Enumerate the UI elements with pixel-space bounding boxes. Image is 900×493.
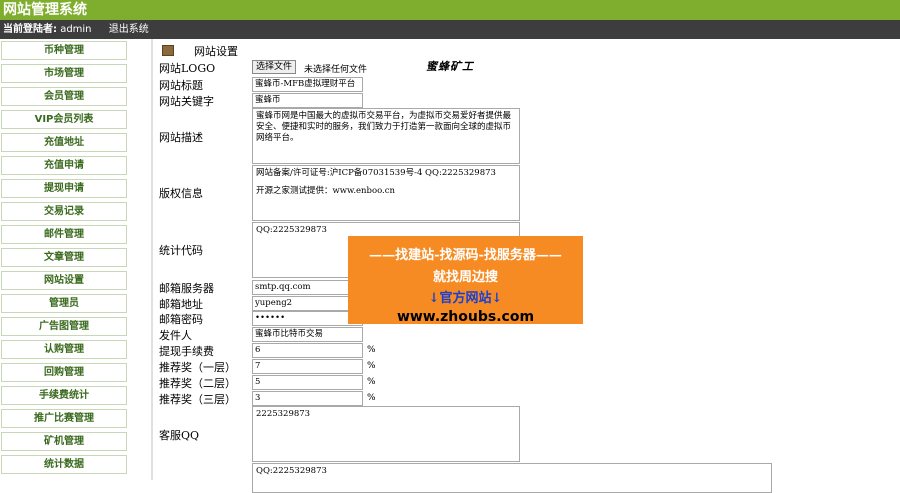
copyright-line-2: 开源之家测试提供：www.enboo.cn [256, 186, 395, 196]
sidebar-item-vip-members[interactable]: VIP会员列表 [1, 110, 127, 129]
ref3-input[interactable]: 3 [252, 391, 363, 406]
ref1-label: 推荐奖（一层） [159, 361, 236, 374]
current-user-label: 当前登陆者: [3, 24, 57, 35]
password-label: 邮箱密码 [159, 313, 203, 326]
sidebar-item-mail[interactable]: 邮件管理 [1, 225, 127, 244]
ref2-percent: % [367, 377, 376, 387]
book-icon [162, 45, 174, 56]
smtp-input[interactable]: smtp.qq.com [252, 280, 363, 295]
logout-link[interactable]: 退出系统 [109, 24, 149, 35]
stats-code-label: 统计代码 [159, 244, 203, 257]
app-title: 网站管理系统 [0, 0, 900, 20]
footer-code-textarea[interactable]: QQ:2225329873 [252, 463, 772, 493]
choose-file-button[interactable]: 选择文件 [252, 60, 297, 74]
ref3-label: 推荐奖（三层） [159, 393, 236, 406]
keywords-input[interactable]: 蜜蜂币 [252, 93, 363, 108]
keywords-label: 网站关键字 [159, 95, 214, 108]
ad-line-2: 就找周边搜 [432, 270, 498, 285]
sender-input[interactable]: 蜜蜂币比特币交易 [252, 327, 363, 342]
user-bar: 当前登陆者: admin 退出系统 [0, 20, 900, 39]
service-qq-label: 客服QQ [159, 429, 200, 442]
sidebar-item-trade-records[interactable]: 交易记录 [1, 202, 127, 221]
ad-banner[interactable]: ——找建站-找源码-找服务器—— 就找周边搜 ↓官方网站↓ www.zhoubs… [348, 236, 583, 325]
sidebar-item-subscription[interactable]: 认购管理 [1, 340, 127, 359]
sidebar-item-site-settings[interactable]: 网站设置 [1, 271, 127, 290]
sidebar-item-promo-contest[interactable]: 推广比赛管理 [1, 409, 127, 428]
service-qq-textarea[interactable]: 2225329873 [252, 406, 520, 462]
sidebar-item-articles[interactable]: 文章管理 [1, 248, 127, 267]
copyright-label: 版权信息 [159, 187, 203, 200]
divider [151, 39, 153, 480]
sidebar: 币种管理 市场管理 会员管理 VIP会员列表 充值地址 充值申请 提现申请 交易… [0, 41, 130, 480]
file-status: 未选择任何文件 [304, 65, 368, 75]
site-title-input[interactable]: 蜜蜂币-MFB虚拟理财平台 [252, 77, 363, 92]
sidebar-item-withdraw-requests[interactable]: 提现申请 [1, 179, 127, 198]
ad-line-1: ——找建站-找源码-找服务器—— [369, 248, 562, 263]
description-textarea[interactable]: 蜜蜂币网是中国最大的虚拟币交易平台，为虚拟币交易爱好者提供最安全、便捷和实时的服… [252, 108, 520, 164]
email-label: 邮箱地址 [159, 298, 203, 311]
fee-label: 提现手续费 [159, 345, 214, 358]
sidebar-item-deposit-address[interactable]: 充值地址 [1, 133, 127, 152]
logo-label: 网站LOGO [159, 62, 216, 75]
copyright-textarea[interactable]: 网站备案/许可证号:沪ICP备07031539号-4 QQ:2225329873… [252, 165, 520, 221]
fee-input[interactable]: 6 [252, 343, 363, 358]
ref2-label: 推荐奖（二层） [159, 377, 236, 390]
breadcrumb-title: 网站设置 [194, 45, 238, 58]
ref1-percent: % [367, 361, 376, 371]
site-logo: 蜜蜂矿工 [426, 60, 474, 73]
breadcrumb: 网站设置 [162, 43, 238, 59]
description-label: 网站描述 [159, 131, 203, 144]
sender-label: 发件人 [159, 329, 192, 342]
sidebar-item-market[interactable]: 市场管理 [1, 64, 127, 83]
sidebar-item-deposit-requests[interactable]: 充值申请 [1, 156, 127, 175]
sidebar-item-statistics[interactable]: 统计数据 [1, 455, 127, 474]
current-user: admin [60, 24, 92, 35]
ad-line-3: ↓官方网站↓ [428, 291, 503, 306]
email-input[interactable]: yupeng2 [252, 296, 363, 311]
sidebar-item-admins[interactable]: 管理员 [1, 294, 127, 313]
sidebar-item-miners[interactable]: 矿机管理 [1, 432, 127, 451]
sidebar-item-fee-stats[interactable]: 手续费统计 [1, 386, 127, 405]
smtp-label: 邮箱服务器 [159, 282, 214, 295]
ref1-input[interactable]: 7 [252, 359, 363, 374]
sidebar-item-buyback[interactable]: 回购管理 [1, 363, 127, 382]
sidebar-item-ad-images[interactable]: 广告图管理 [1, 317, 127, 336]
sidebar-item-members[interactable]: 会员管理 [1, 87, 127, 106]
ref2-input[interactable]: 5 [252, 375, 363, 390]
ad-line-4: www.zhoubs.com [396, 309, 535, 325]
ref3-percent: % [367, 393, 376, 403]
site-title-label: 网站标题 [159, 79, 203, 92]
password-input[interactable]: •••••• [252, 311, 363, 326]
copyright-line-1: 网站备案/许可证号:沪ICP备07031539号-4 QQ:2225329873 [256, 168, 496, 178]
sidebar-item-currency[interactable]: 币种管理 [1, 41, 127, 60]
fee-percent: % [367, 345, 376, 355]
